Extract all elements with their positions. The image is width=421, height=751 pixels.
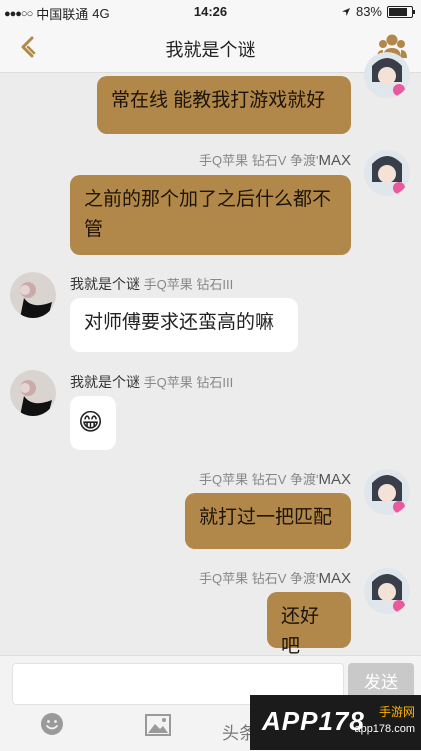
chat-bubble-outgoing[interactable]: 常在线 能教我打游戏就好	[97, 76, 351, 134]
sender-name: 我就是个谜	[70, 374, 140, 390]
sender-name: MAX	[318, 570, 351, 587]
sender-name: MAX	[318, 152, 351, 169]
battery-icon	[387, 5, 415, 18]
sender-tags: 手Q苹果 钻石III	[143, 277, 234, 292]
logo-brand: APP178	[262, 706, 365, 736]
logo-cn: 手游网	[378, 705, 415, 719]
navigation-bar: 我就是个谜	[0, 22, 421, 73]
avatar[interactable]	[10, 370, 56, 416]
avatar[interactable]	[364, 150, 410, 196]
smiley-icon[interactable]	[40, 712, 64, 736]
chat-bubble-incoming[interactable]: 对师傅要求还蛮高的嘛	[70, 298, 298, 352]
avatar[interactable]	[364, 469, 410, 515]
sender-name: 我就是个谜	[70, 276, 140, 292]
sender-tags: 手Q苹果 钻石V 争渡'	[198, 571, 319, 586]
sender-meta: 我就是个谜 手Q苹果 钻石III	[70, 372, 233, 392]
chat-bubble-outgoing[interactable]: 还好吧	[267, 592, 351, 657]
sender-name: MAX	[318, 471, 351, 488]
sender-tags: 手Q苹果 钻石V 争渡'	[198, 153, 319, 168]
status-bar: ●●●○○ 中国联通 4G 14:26 83%	[0, 0, 421, 22]
chat-bubble-incoming[interactable]: 😁	[70, 396, 116, 450]
page-title: 我就是个谜	[165, 40, 256, 60]
logo-domain: app178.com	[354, 723, 415, 735]
sender-meta: 手Q苹果 钻石V 争渡'MAX	[199, 150, 351, 169]
app178-logo: APP178 手游网 app178.com	[250, 695, 421, 750]
sender-tags: 手Q苹果 钻石V 争渡'	[198, 472, 319, 487]
image-icon[interactable]	[145, 714, 171, 736]
chat-bubble-outgoing[interactable]: 就打过一把匹配	[185, 493, 351, 549]
battery-percent: 83%	[355, 4, 382, 19]
location-arrow-icon	[341, 7, 350, 16]
sender-meta: 我就是个谜 手Q苹果 钻石III	[70, 274, 233, 294]
chat-bubble-outgoing[interactable]: 之前的那个加了之后什么都不管	[70, 175, 351, 255]
sender-tags: 手Q苹果 钻石III	[143, 375, 234, 390]
sender-meta: 手Q苹果 钻石V 争渡'MAX	[199, 469, 351, 488]
sender-meta: 手Q苹果 钻石V 争渡'MAX	[199, 568, 351, 587]
grin-emoji-icon: 😁	[78, 409, 104, 436]
avatar[interactable]	[364, 568, 410, 614]
avatar[interactable]	[364, 52, 410, 98]
avatar[interactable]	[10, 272, 56, 318]
